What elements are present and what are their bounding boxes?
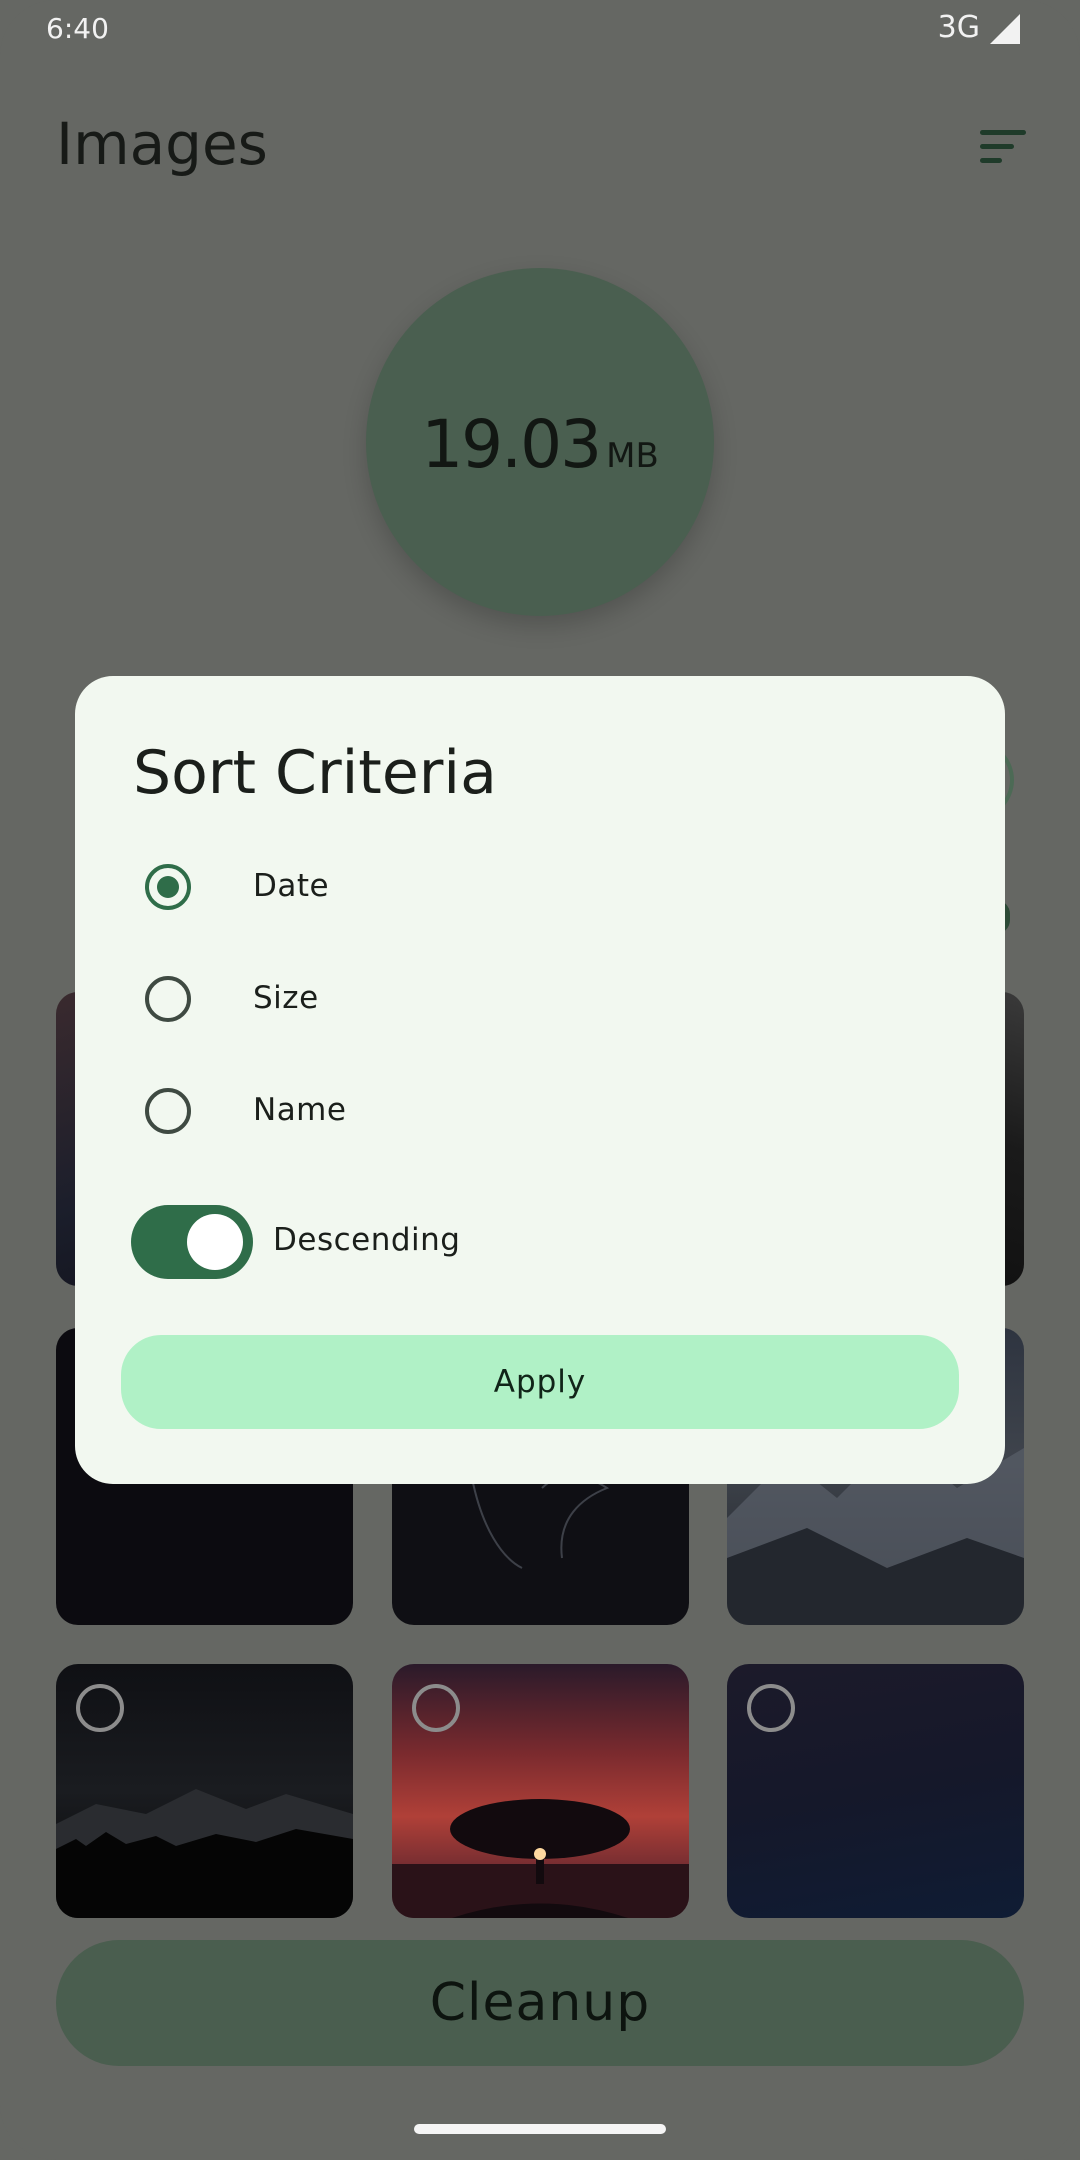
storage-summary: 19.03 MB	[366, 268, 714, 616]
apply-button[interactable]: Apply	[121, 1335, 959, 1429]
radio-button[interactable]	[145, 976, 191, 1022]
toggle-knob	[187, 1214, 243, 1270]
sort-option-size[interactable]: Size	[145, 956, 905, 1046]
descending-toggle[interactable]	[131, 1205, 253, 1279]
sort-option-date[interactable]: Date	[145, 844, 905, 934]
status-time: 6:40	[46, 12, 109, 45]
image-thumbnail[interactable]	[727, 1664, 1024, 1918]
radio-button-selected[interactable]	[145, 864, 191, 910]
home-indicator[interactable]	[414, 2124, 666, 2134]
image-thumbnail[interactable]	[392, 1664, 689, 1918]
radio-button[interactable]	[145, 1088, 191, 1134]
image-thumbnail[interactable]	[56, 1664, 353, 1918]
storage-value: 19.03	[421, 406, 602, 483]
storage-unit: MB	[606, 436, 659, 476]
select-circle-icon[interactable]	[412, 1684, 460, 1732]
sort-criteria-dialog: Sort Criteria Date Size Name Descending …	[75, 676, 1005, 1484]
select-circle-icon[interactable]	[76, 1684, 124, 1732]
screen: 6:40 3G Images 19.03 MB Cleanup Sort Cri…	[0, 0, 1080, 2160]
sort-option-name[interactable]: Name	[145, 1068, 905, 1158]
option-label: Date	[253, 868, 330, 904]
cleanup-button[interactable]: Cleanup	[56, 1940, 1024, 2066]
dialog-title: Sort Criteria	[133, 738, 497, 808]
signal-icon	[990, 14, 1020, 44]
page-title: Images	[56, 110, 268, 178]
option-label: Size	[253, 980, 319, 1016]
option-label: Name	[253, 1092, 347, 1128]
select-circle-icon[interactable]	[747, 1684, 795, 1732]
descending-label: Descending	[273, 1222, 461, 1258]
network-type: 3G	[937, 10, 980, 45]
sort-icon[interactable]	[980, 130, 1028, 166]
